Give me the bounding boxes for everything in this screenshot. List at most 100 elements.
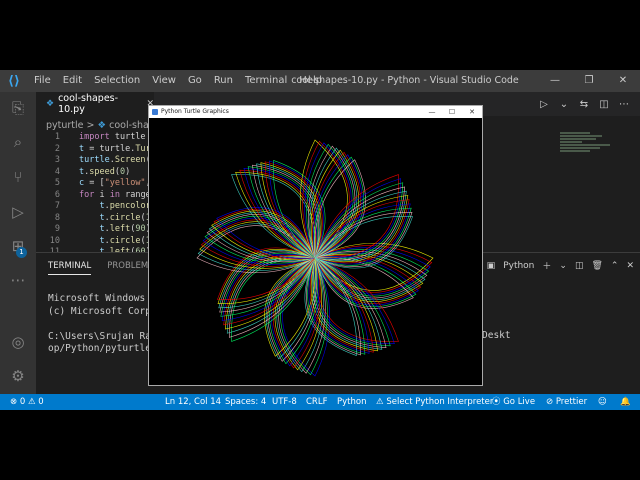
trash-icon[interactable]: 🗑: [591, 261, 602, 271]
code-text: t.circle(15: [99, 235, 155, 246]
editor-actions: ▷ ⌄ ⇆ ◫ ⋯: [534, 92, 634, 116]
minimap[interactable]: [560, 132, 620, 172]
line-number: 9: [54, 224, 60, 234]
terminal-line: op/Python/pyturtle/: [48, 343, 157, 354]
breadcrumb-separator: >: [86, 120, 95, 131]
close-panel-icon[interactable]: ✕: [626, 261, 634, 271]
run-debug-icon[interactable]: ▷: [8, 202, 28, 222]
window-controls: — ❐ ✕: [538, 70, 640, 92]
go-live-button[interactable]: ⦿ Go Live: [492, 394, 535, 410]
broadcast-icon: ⦿: [492, 397, 504, 407]
menu-edit[interactable]: Edit: [57, 70, 88, 92]
close-icon[interactable]: ✕: [606, 70, 640, 92]
split-editor-icon[interactable]: ◫: [594, 99, 614, 110]
minimize-icon[interactable]: —: [538, 70, 572, 92]
restore-icon[interactable]: ❐: [572, 70, 606, 92]
new-terminal-icon[interactable]: ＋: [542, 259, 551, 272]
breadcrumb-folder[interactable]: pyturtle: [46, 120, 84, 131]
line-number: 2: [54, 143, 60, 154]
explorer-icon[interactable]: ⎘: [8, 98, 28, 118]
python-file-icon: ❖: [46, 99, 55, 109]
split-terminal-icon[interactable]: ◫: [575, 261, 584, 271]
terminal-line: (c) Microsoft Corpo: [48, 305, 157, 317]
double-check-icon: ⊘: [546, 397, 556, 407]
turtle-window-controls: — ☐ ✕: [422, 106, 482, 118]
terminal-output[interactable]: Microsoft Windows [ (c) Microsoft Corpo …: [48, 293, 157, 356]
turtle-canvas: [149, 118, 482, 385]
go-live-label: Go Live: [503, 397, 536, 407]
menu-terminal[interactable]: Terminal: [239, 70, 293, 92]
cursor-position[interactable]: Ln 12, Col 14: [165, 394, 221, 410]
interpreter-label: Select Python Interpreter: [386, 397, 494, 407]
turtle-window-title: Python Turtle Graphics: [161, 108, 229, 115]
menu-run[interactable]: Run: [208, 70, 239, 92]
turtle-graphics-window[interactable]: Python Turtle Graphics — ☐ ✕: [148, 105, 483, 386]
settings-gear-icon[interactable]: ⚙: [8, 366, 28, 386]
terminal-line-fragment: Deskt: [482, 330, 511, 341]
menu-selection[interactable]: Selection: [88, 70, 146, 92]
code-text: t.circle(15: [99, 212, 155, 223]
menu-go[interactable]: Go: [182, 70, 208, 92]
error-icon: ⊗: [10, 397, 18, 407]
encoding[interactable]: UTF-8: [272, 394, 297, 410]
status-bar: ⊗ 0 ⚠ 0 Ln 12, Col 14 Spaces: 4 UTF-8 CR…: [0, 394, 640, 410]
source-control-icon[interactable]: ⑂: [8, 167, 28, 187]
line-number: 3: [54, 155, 60, 165]
chevron-down-icon[interactable]: ⌄: [554, 99, 574, 110]
python-feather-icon: [152, 109, 158, 115]
python-file-icon: ❖: [97, 120, 107, 131]
panel-actions: ▣ Python ＋ ⌄ ◫ 🗑 ⌃ ✕: [479, 259, 634, 273]
code-text: for i in range: [79, 189, 151, 200]
code-text: t = turtle.Turt: [79, 143, 156, 154]
menu-view[interactable]: View: [146, 70, 182, 92]
feedback-icon[interactable]: ☺: [598, 394, 607, 410]
warning-icon: ⚠: [376, 397, 387, 407]
line-number: 4: [54, 166, 60, 177]
terminal-shell-label[interactable]: Python: [503, 261, 534, 271]
line-number: 10: [49, 235, 60, 246]
indent-setting[interactable]: Spaces: 4: [225, 394, 266, 410]
menu-bar: File Edit Selection View Go Run Terminal…: [28, 70, 328, 92]
interpreter-status[interactable]: ⚠ Select Python Interpreter: [376, 394, 493, 410]
line-number: 6: [54, 189, 60, 200]
tab-terminal[interactable]: TERMINAL: [48, 261, 92, 275]
prettier-status[interactable]: ⊘ Prettier: [546, 394, 587, 410]
prettier-label: Prettier: [555, 397, 588, 407]
warning-icon: ⚠: [27, 397, 36, 407]
code-text: t.left(90): [99, 224, 150, 234]
tab-problems[interactable]: PROBLEMS: [107, 261, 153, 275]
line-number: 5: [54, 178, 60, 188]
line-number: 1: [54, 132, 60, 142]
account-icon[interactable]: ◎: [8, 332, 28, 352]
code-text: turtle.Screen(: [79, 155, 151, 165]
open-changes-icon[interactable]: ⇆: [574, 99, 594, 110]
menu-file[interactable]: File: [28, 70, 57, 92]
menu-help[interactable]: Help: [293, 70, 328, 92]
language-mode[interactable]: Python: [337, 394, 366, 410]
chevron-down-icon[interactable]: ⌄: [559, 261, 567, 271]
minimize-icon[interactable]: —: [422, 106, 442, 118]
close-icon[interactable]: ✕: [462, 106, 482, 118]
problems-status[interactable]: ⊗ 0 ⚠ 0: [10, 394, 44, 410]
tab-cool-shapes[interactable]: ❖ cool-shapes-10.py ✕: [36, 92, 154, 116]
line-number: 8: [54, 212, 60, 223]
line-ending[interactable]: CRLF: [306, 394, 327, 410]
maximize-icon[interactable]: ☐: [442, 106, 462, 118]
turtle-title-bar: Python Turtle Graphics — ☐ ✕: [149, 106, 482, 118]
code-text: import turtle: [79, 132, 146, 142]
search-icon[interactable]: ⌕: [8, 132, 28, 152]
line-number: 7: [54, 201, 60, 211]
terminal-line: C:\Users\Srujan Ra: [48, 330, 151, 342]
more-icon[interactable]: ⋯: [8, 270, 28, 290]
terminal-line: Microsoft Windows [: [48, 293, 157, 304]
more-actions-icon[interactable]: ⋯: [614, 99, 634, 110]
title-bar: ⟨⟩ File Edit Selection View Go Run Termi…: [0, 70, 640, 92]
activity-bar: ⎘ ⌕ ⑂ ▷ ⊞ 1 ⋯ ◎ ⚙: [0, 92, 36, 394]
run-icon[interactable]: ▷: [534, 99, 554, 110]
vscode-logo-icon: ⟨⟩: [8, 73, 20, 89]
notifications-bell-icon[interactable]: 🔔: [620, 394, 631, 410]
maximize-panel-icon[interactable]: ⌃: [611, 261, 619, 271]
code-text: t.pencolor: [99, 201, 151, 211]
terminal-icon: ▣: [486, 260, 496, 271]
